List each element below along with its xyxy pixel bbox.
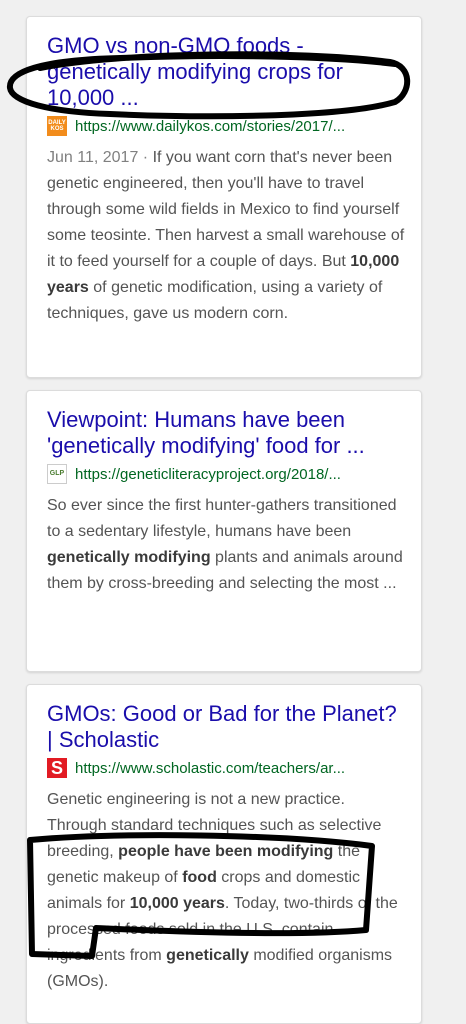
result-url[interactable]: https://geneticliteracyproject.org/2018/… <box>75 466 341 483</box>
snippet-text-part: So ever since the first hunter-gathers t… <box>47 497 397 540</box>
snippet-text-part: of genetic modification, using a variety… <box>47 279 383 322</box>
result-url-row: GLP https://geneticliteracyproject.org/2… <box>47 463 405 485</box>
result-url[interactable]: https://www.scholastic.com/teachers/ar..… <box>75 760 345 777</box>
search-result-card: GMO vs non-GMO foods - genetically modif… <box>26 16 422 378</box>
snippet-text: If you want corn that's never been genet… <box>47 149 404 322</box>
glp-favicon-icon: GLP <box>47 464 67 484</box>
snippet-bold-text: genetically <box>166 947 249 964</box>
snippet-text: Genetic engineering is not a new practic… <box>47 791 398 990</box>
favicon-label: GLP <box>49 470 65 477</box>
favicon-label: S <box>50 758 63 778</box>
date-separator: · <box>138 149 153 166</box>
result-snippet: So ever since the first hunter-gathers t… <box>47 493 405 597</box>
result-title-link[interactable]: GMOs: Good or Bad for the Planet? | Scho… <box>47 701 405 753</box>
snippet-text-part: If you want corn that's never been genet… <box>47 149 405 270</box>
result-snippet: Genetic engineering is not a new practic… <box>47 787 405 995</box>
scholastic-favicon-icon: S <box>47 758 67 778</box>
result-url-row: S https://www.scholastic.com/teachers/ar… <box>47 757 405 779</box>
result-url[interactable]: https://www.dailykos.com/stories/2017/..… <box>75 118 345 135</box>
result-url-row: DAILY KOS https://www.dailykos.com/stori… <box>47 115 405 137</box>
search-result-card: GMOs: Good or Bad for the Planet? | Scho… <box>26 684 422 1024</box>
search-result-card: Viewpoint: Humans have been 'genetically… <box>26 390 422 672</box>
snippet-bold-text: people have been modifying <box>118 843 334 860</box>
result-date: Jun 11, 2017 <box>47 149 139 166</box>
favicon-label: DAILY KOS <box>48 120 66 132</box>
dailykos-favicon-icon: DAILY KOS <box>47 116 67 136</box>
result-title-link[interactable]: GMO vs non-GMO foods - genetically modif… <box>47 33 405 111</box>
result-title-link[interactable]: Viewpoint: Humans have been 'genetically… <box>47 407 405 459</box>
result-snippet: Jun 11, 2017 · If you want corn that's n… <box>47 145 405 327</box>
snippet-bold-text: genetically modifying <box>47 549 211 566</box>
snippet-bold-text: 10,000 years <box>129 895 225 912</box>
snippet-bold-text: food <box>182 869 217 886</box>
snippet-text: So ever since the first hunter-gathers t… <box>47 497 403 592</box>
